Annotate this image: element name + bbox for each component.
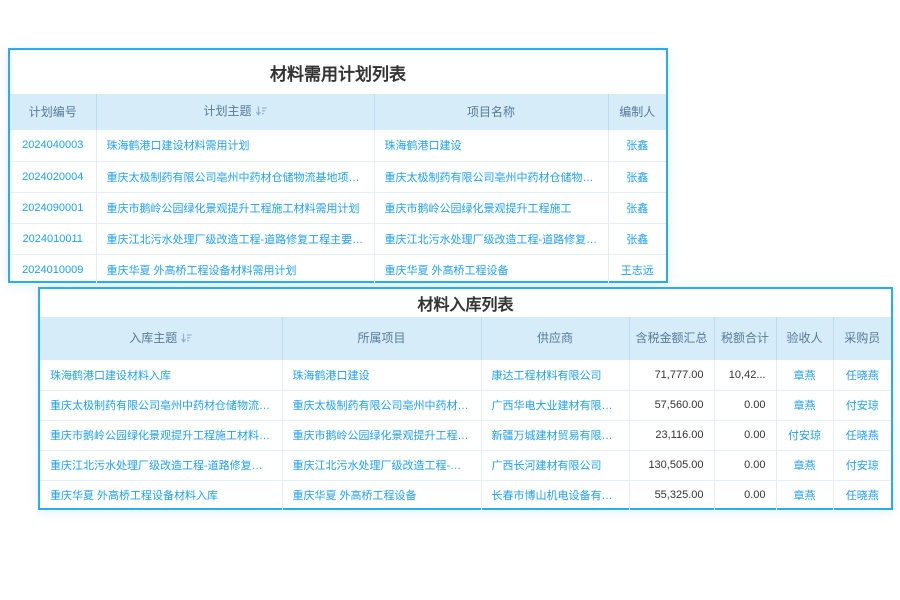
header-amount-incl-tax: 含税金额汇总 [629,317,714,360]
plan-no-link[interactable]: 2024040003 [10,130,96,161]
table-row: 重庆华夏 外高桥工程设备材料入库 重庆华夏 外高桥工程设备 长春市博山机电设备有… [40,480,891,510]
inbound-subject-link[interactable]: 重庆太极制药有限公司亳州中药材仓储物流基... [40,390,282,420]
author-link[interactable]: 王志远 [608,254,666,285]
amount-cell: 130,505.00 [629,450,714,480]
table-row: 2024040003 珠海鹤港口建设材料需用计划 珠海鹤港口建设 张鑫 [10,130,666,161]
amount-cell: 23,116.00 [629,420,714,450]
amount-cell: 55,325.00 [629,480,714,510]
table-row: 重庆太极制药有限公司亳州中药材仓储物流基... 重庆太极制药有限公司亳州中药材仓… [40,390,891,420]
tax-cell: 10,42... [714,360,776,390]
inbound-table-header-row: 入库主题 所属项目 供应商 含税金额汇总 税额合计 验收人 采购员 [40,317,891,360]
purchaser-link[interactable]: 任晓燕 [833,480,891,510]
inbound-project-link[interactable]: 重庆华夏 外高桥工程设备 [282,480,481,510]
supplier-link[interactable]: 广西华电大业建材有限公司 [481,390,629,420]
inbound-subject-link[interactable]: 重庆市鹅岭公园绿化景观提升工程施工材料入库 [40,420,282,450]
plan-table: 计划编号 计划主题 项目名称 编制人 2024040003 珠海鹤港口建设材料需… [10,94,666,285]
plan-table-header-row: 计划编号 计划主题 项目名称 编制人 [10,94,666,130]
inbound-table-title: 材料入库列表 [40,289,891,317]
supplier-link[interactable]: 长春市博山机电设备有限公司 [481,480,629,510]
tax-cell: 0.00 [714,480,776,510]
inspector-link[interactable]: 章燕 [776,450,833,480]
tax-cell: 0.00 [714,420,776,450]
amount-cell: 71,777.00 [629,360,714,390]
amount-cell: 57,560.00 [629,390,714,420]
author-link[interactable]: 张鑫 [608,192,666,223]
inspector-link[interactable]: 章燕 [776,360,833,390]
inspector-link[interactable]: 章燕 [776,480,833,510]
supplier-link[interactable]: 新疆万城建材贸易有限公司 [481,420,629,450]
plan-subject-link[interactable]: 重庆华夏 外高桥工程设备材料需用计划 [96,254,374,285]
author-link[interactable]: 张鑫 [608,130,666,161]
plan-table-title: 材料需用计划列表 [10,50,666,94]
author-link[interactable]: 张鑫 [608,161,666,192]
project-name-link[interactable]: 珠海鹤港口建设 [374,130,608,161]
inspector-link[interactable]: 章燕 [776,390,833,420]
author-link[interactable]: 张鑫 [608,223,666,254]
inbound-subject-link[interactable]: 珠海鹤港口建设材料入库 [40,360,282,390]
plan-subject-link[interactable]: 珠海鹤港口建设材料需用计划 [96,130,374,161]
purchaser-link[interactable]: 任晓燕 [833,360,891,390]
inbound-table: 入库主题 所属项目 供应商 含税金额汇总 税额合计 验收人 采购员 珠海鹤港口建… [40,317,891,510]
purchaser-link[interactable]: 任晓燕 [833,420,891,450]
header-owning-project: 所属项目 [282,317,481,360]
header-inspector: 验收人 [776,317,833,360]
table-row: 重庆市鹅岭公园绿化景观提升工程施工材料入库 重庆市鹅岭公园绿化景观提升工程施工 … [40,420,891,450]
header-purchaser: 采购员 [833,317,891,360]
table-row: 2024010009 重庆华夏 外高桥工程设备材料需用计划 重庆华夏 外高桥工程… [10,254,666,285]
header-project-name: 项目名称 [374,94,608,130]
table-row: 珠海鹤港口建设材料入库 珠海鹤港口建设 康达工程材料有限公司 71,777.00… [40,360,891,390]
inbound-project-link[interactable]: 珠海鹤港口建设 [282,360,481,390]
plan-no-link[interactable]: 2024010009 [10,254,96,285]
header-plan-subject-label: 计划主题 [203,104,251,118]
inbound-project-link[interactable]: 重庆太极制药有限公司亳州中药材仓... [282,390,481,420]
header-inbound-subject-label: 入库主题 [129,331,177,345]
table-row: 2024010011 重庆江北污水处理厂级改造工程-道路修复工程主要材料 重庆江… [10,223,666,254]
sort-amount-icon[interactable] [256,105,267,120]
plan-no-link[interactable]: 2024090001 [10,192,96,223]
header-author: 编制人 [608,94,666,130]
inbound-table-card: 材料入库列表 入库主题 所属项目 供应商 含税金额汇总 税额合计 验收人 采购员… [38,287,893,510]
header-tax-total: 税额合计 [714,317,776,360]
header-inbound-subject[interactable]: 入库主题 [40,317,282,360]
table-row: 重庆江北污水处理厂级改造工程-道路修复工程... 重庆江北污水处理厂级改造工程-… [40,450,891,480]
header-plan-no: 计划编号 [10,94,96,130]
header-plan-subject[interactable]: 计划主题 [96,94,374,130]
plan-table-card: 材料需用计划列表 计划编号 计划主题 项目名称 编制人 2024040003 珠… [8,48,668,283]
header-supplier: 供应商 [481,317,629,360]
table-row: 2024090001 重庆市鹅岭公园绿化景观提升工程施工材料需用计划 重庆市鹅岭… [10,192,666,223]
project-name-link[interactable]: 重庆华夏 外高桥工程设备 [374,254,608,285]
plan-subject-link[interactable]: 重庆江北污水处理厂级改造工程-道路修复工程主要材料 [96,223,374,254]
purchaser-link[interactable]: 付安琼 [833,450,891,480]
inbound-project-link[interactable]: 重庆市鹅岭公园绿化景观提升工程施工 [282,420,481,450]
plan-no-link[interactable]: 2024020004 [10,161,96,192]
table-row: 2024020004 重庆太极制药有限公司亳州中药材仓储物流基地项目... 重庆… [10,161,666,192]
supplier-link[interactable]: 广西长河建材有限公司 [481,450,629,480]
project-name-link[interactable]: 重庆太极制药有限公司亳州中药材仓储物流... [374,161,608,192]
purchaser-link[interactable]: 付安琼 [833,390,891,420]
sort-amount-icon[interactable] [181,332,192,347]
inbound-subject-link[interactable]: 重庆江北污水处理厂级改造工程-道路修复工程... [40,450,282,480]
project-name-link[interactable]: 重庆江北污水处理厂级改造工程-道路修复工程 [374,223,608,254]
inbound-project-link[interactable]: 重庆江北污水处理厂级改造工程-道路... [282,450,481,480]
supplier-link[interactable]: 康达工程材料有限公司 [481,360,629,390]
tax-cell: 0.00 [714,450,776,480]
tax-cell: 0.00 [714,390,776,420]
inbound-subject-link[interactable]: 重庆华夏 外高桥工程设备材料入库 [40,480,282,510]
inspector-link[interactable]: 付安琼 [776,420,833,450]
plan-subject-link[interactable]: 重庆市鹅岭公园绿化景观提升工程施工材料需用计划 [96,192,374,223]
plan-subject-link[interactable]: 重庆太极制药有限公司亳州中药材仓储物流基地项目... [96,161,374,192]
project-name-link[interactable]: 重庆市鹅岭公园绿化景观提升工程施工 [374,192,608,223]
plan-no-link[interactable]: 2024010011 [10,223,96,254]
